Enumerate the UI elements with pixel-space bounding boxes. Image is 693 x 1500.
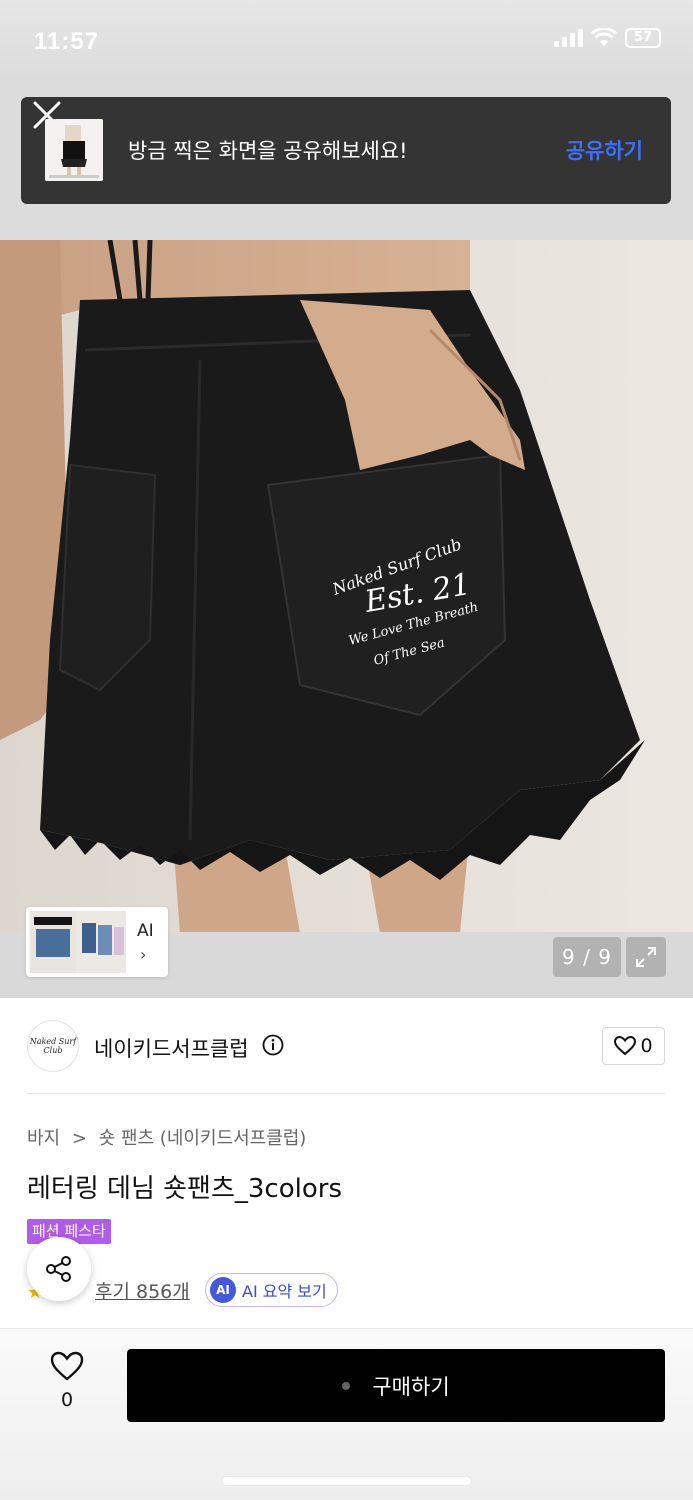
share-toast: 방금 찍은 화면을 공유해보세요! 공유하기 bbox=[21, 97, 671, 204]
loading-dot bbox=[342, 1381, 351, 1390]
ai-similar-products[interactable]: AI › bbox=[26, 907, 168, 977]
product-image[interactable]: Naked Surf Club Est. 21 We Love The Brea… bbox=[0, 240, 693, 933]
product-title: 레터링 데님 숏팬츠_3colors bbox=[27, 1174, 342, 1204]
wishlist-button[interactable]: 0 bbox=[44, 1351, 90, 1421]
breadcrumb-category[interactable]: 바지 bbox=[27, 1128, 60, 1149]
status-time: 11:57 bbox=[34, 28, 100, 55]
page-counter: 9 / 9 bbox=[553, 937, 621, 977]
review-link[interactable]: 후기 856개 bbox=[95, 1277, 190, 1304]
status-icons: 57 bbox=[554, 28, 661, 48]
breadcrumb: 바지 > 숏 팬츠 (네이키드서프클럽) bbox=[27, 1124, 312, 1150]
brand-like-count: 0 bbox=[640, 1035, 653, 1057]
brand-like-button[interactable]: 0 bbox=[602, 1027, 665, 1065]
brand-row[interactable]: Naked Surf Club 네이키드서프클럽 0 bbox=[0, 998, 693, 1094]
expand-button[interactable] bbox=[626, 937, 666, 977]
wifi-icon bbox=[591, 28, 617, 46]
share-button[interactable]: 공유하기 bbox=[566, 135, 643, 165]
brand-name[interactable]: 네이키드서프클럽 bbox=[94, 1033, 249, 1063]
buy-button[interactable]: 구매하기 bbox=[127, 1349, 665, 1422]
ai-icon: AI bbox=[210, 1277, 236, 1303]
heart-icon bbox=[50, 1351, 84, 1381]
chevron-right-icon: › bbox=[140, 945, 147, 964]
wishlist-count: 0 bbox=[60, 1389, 74, 1411]
info-icon[interactable] bbox=[262, 1034, 284, 1056]
cellular-signal-icon bbox=[554, 29, 583, 47]
ai-label: AI bbox=[137, 921, 154, 941]
divider bbox=[27, 1093, 665, 1094]
brand-logo[interactable]: Naked Surf Club bbox=[27, 1020, 79, 1072]
buy-button-label: 구매하기 bbox=[372, 1374, 450, 1399]
expand-icon bbox=[636, 947, 656, 967]
breadcrumb-subcategory[interactable]: 숏 팬츠 (네이키드서프클럽) bbox=[99, 1128, 307, 1149]
color-variants-thumbnail bbox=[30, 911, 126, 973]
battery-icon: 57 bbox=[625, 28, 661, 48]
ai-summary-label: AI 요약 보기 bbox=[242, 1282, 327, 1301]
share-icon bbox=[46, 1256, 71, 1282]
ai-summary-button[interactable]: AI AI 요약 보기 bbox=[205, 1273, 338, 1307]
breadcrumb-separator: > bbox=[71, 1128, 87, 1149]
status-bar: 11:57 57 bbox=[0, 0, 693, 80]
heart-icon bbox=[614, 1036, 637, 1056]
screenshot-thumbnail bbox=[45, 119, 103, 181]
share-floating-button[interactable] bbox=[27, 1237, 91, 1301]
bottom-action-bar: 0 구매하기 bbox=[0, 1328, 693, 1500]
home-indicator bbox=[222, 1477, 471, 1485]
toast-message: 방금 찍은 화면을 공유해보세요! bbox=[128, 139, 408, 163]
